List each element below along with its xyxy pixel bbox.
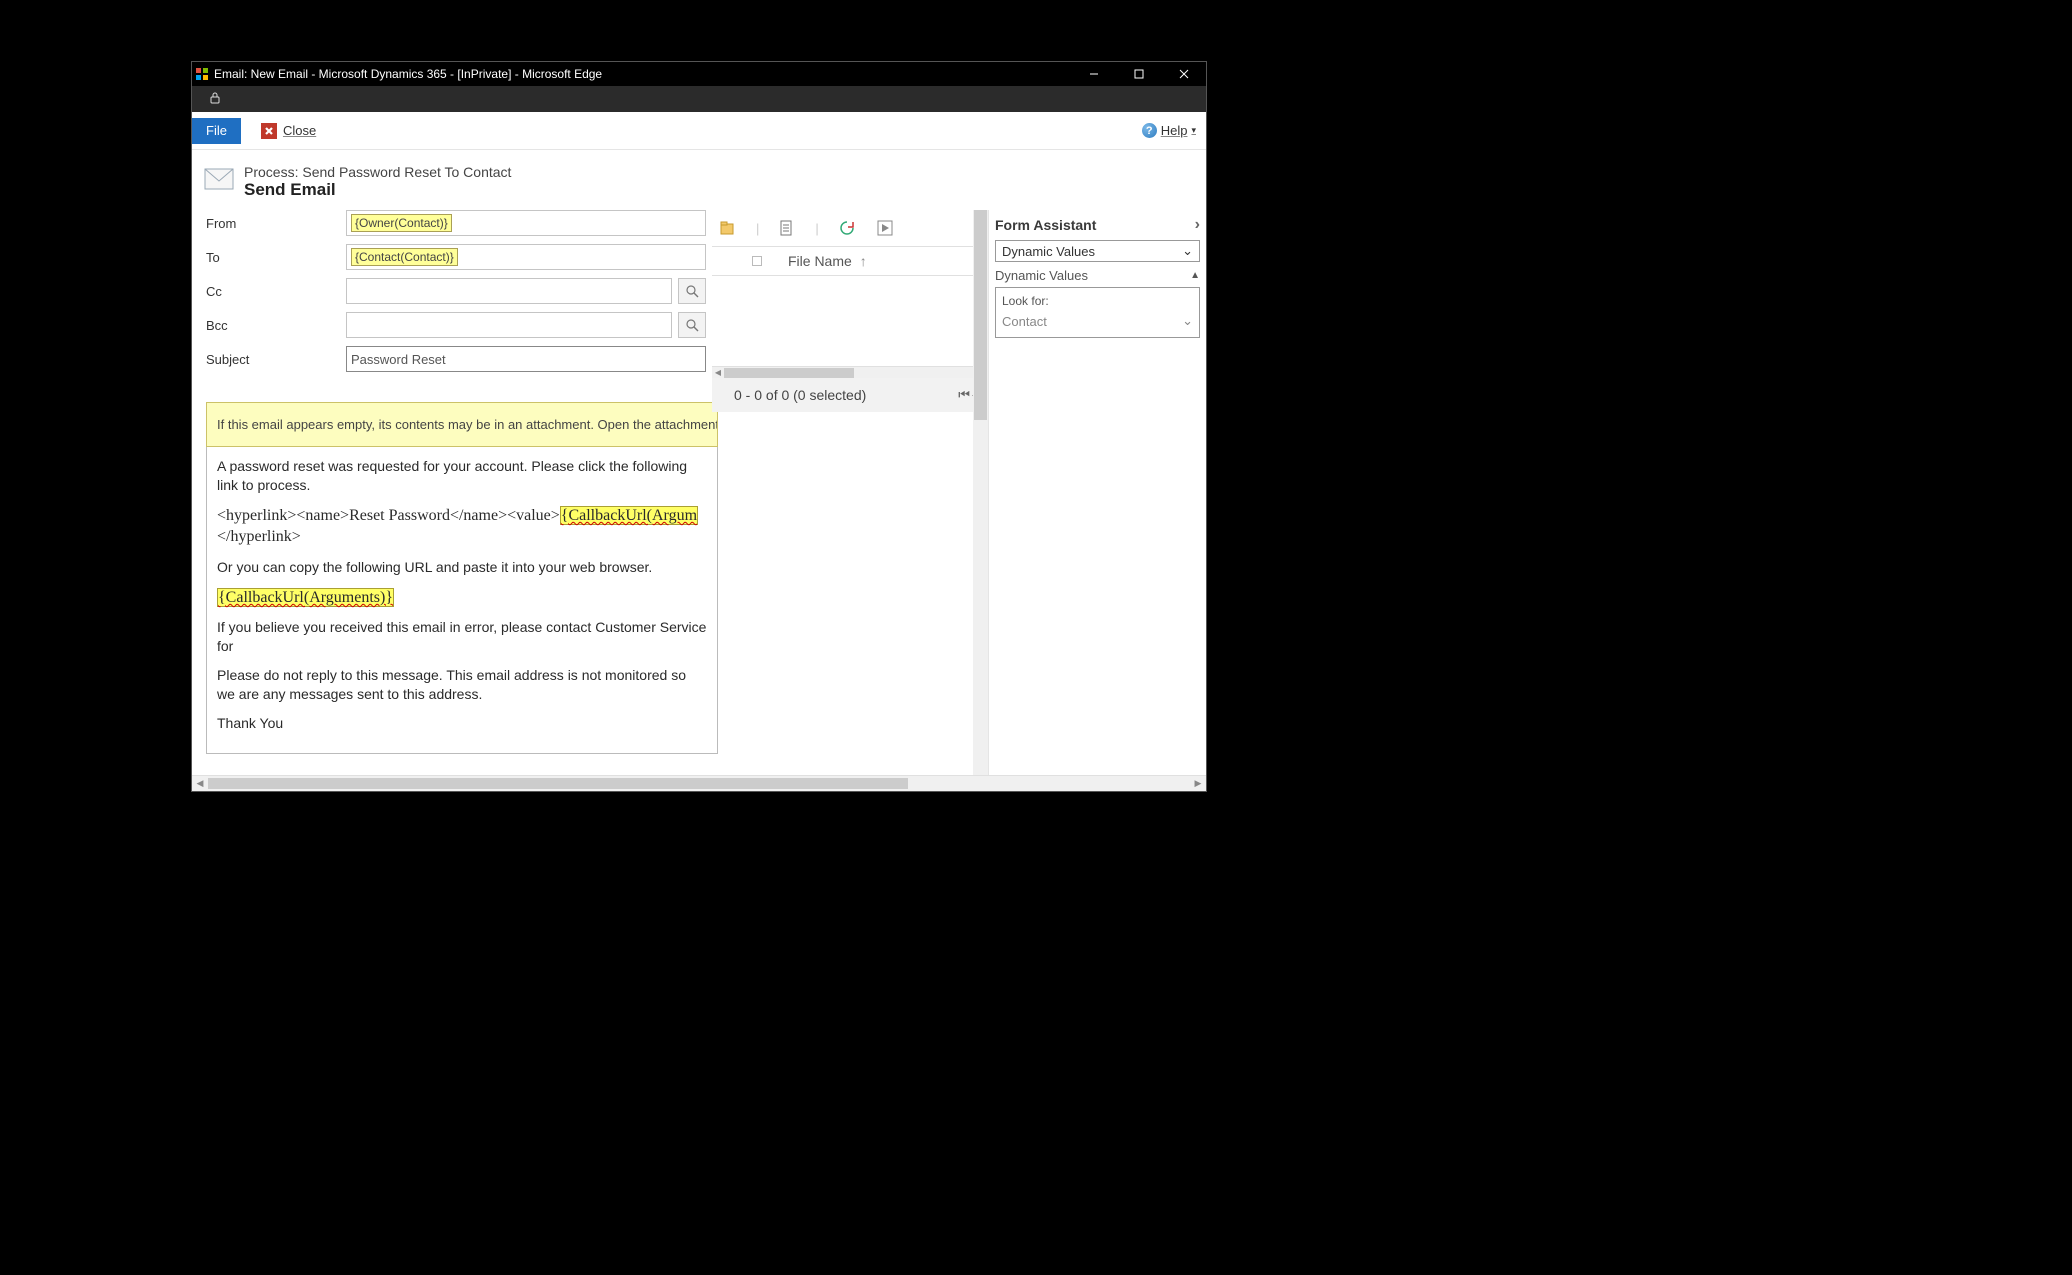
sort-asc-icon: ↑ (860, 253, 867, 269)
bcc-field[interactable] (346, 312, 672, 338)
callback-token-1: {CallbackUrl(Argum (560, 506, 698, 525)
lock-icon (208, 91, 222, 108)
attach-run-button[interactable] (875, 218, 895, 238)
attach-new-button[interactable] (718, 218, 738, 238)
help-icon: ? (1142, 123, 1157, 138)
search-icon (685, 284, 699, 298)
lookfor-label: Look for: (1002, 294, 1193, 308)
checkbox-icon[interactable] (752, 256, 762, 266)
chevron-right-icon: › (1195, 216, 1200, 234)
search-icon (685, 318, 699, 332)
form-body: From {Owner(Contact)} To {Contact(Contac… (192, 210, 1206, 775)
email-body[interactable]: A password reset was requested for your … (206, 447, 718, 754)
security-bar (192, 86, 1206, 112)
attachments-toolbar: | | (712, 210, 988, 246)
filelist-count: 0 - 0 of 0 (0 selected) (734, 387, 866, 403)
scroll-right-icon[interactable]: ▶ (1190, 776, 1206, 791)
filelist-footer: 0 - 0 of 0 (0 selected) ⏮ ◀ (712, 378, 988, 412)
scroll-left-icon[interactable]: ◀ (192, 776, 208, 791)
body-p1: A password reset was requested for your … (217, 457, 707, 495)
mid-scroll-thumb[interactable] (974, 210, 987, 420)
scroll-thumb[interactable] (724, 368, 854, 378)
bcc-label: Bcc (206, 318, 346, 333)
attachments-column: | | File Name ↑ ◀ (712, 210, 988, 775)
close-label: Close (283, 123, 316, 138)
page-header: Process: Send Password Reset To Contact … (192, 150, 1206, 210)
scroll-thumb[interactable] (208, 778, 908, 789)
help-label: Help (1161, 123, 1188, 138)
to-token: {Contact(Contact)} (351, 248, 458, 266)
body-p3: Or you can copy the following URL and pa… (217, 558, 707, 577)
attach-template-button[interactable] (777, 218, 797, 238)
page-first-icon[interactable]: ⏮ (958, 387, 970, 403)
cc-label: Cc (206, 284, 346, 299)
cc-field[interactable] (346, 278, 672, 304)
subject-input[interactable] (351, 352, 701, 367)
process-title: Process: Send Password Reset To Contact (244, 164, 511, 180)
mail-icon (204, 168, 234, 190)
maximize-button[interactable] (1116, 62, 1161, 86)
body-p6: Please do not reply to this message. Thi… (217, 666, 707, 704)
collapse-up-icon: ▲ (1190, 270, 1200, 281)
close-window-button[interactable] (1161, 62, 1206, 86)
callback-token-2: {CallbackUrl(Arguments)} (217, 588, 394, 607)
page-title: Send Email (244, 180, 511, 200)
body-hyperlink-line: <hyperlink><name>Reset Password</name><v… (217, 505, 707, 548)
window-title: Email: New Email - Microsoft Dynamics 36… (214, 67, 1071, 81)
chevron-down-icon: ▾ (1191, 125, 1196, 136)
dynamic-values-section[interactable]: Dynamic Values ▲ (995, 262, 1200, 287)
filelist-body (712, 276, 988, 366)
lookfor-box: Look for: Contact ⌄ (995, 287, 1200, 338)
mid-vscroll[interactable] (973, 210, 988, 775)
scroll-left-icon[interactable]: ◀ (712, 367, 724, 378)
fields-column: From {Owner(Contact)} To {Contact(Contac… (192, 210, 712, 775)
chevron-down-icon: ⌄ (1182, 243, 1193, 259)
close-button[interactable]: Close (261, 123, 316, 139)
cc-lookup-button[interactable] (678, 278, 706, 304)
body-p7: Thank You (217, 714, 707, 733)
bcc-lookup-button[interactable] (678, 312, 706, 338)
filelist-header[interactable]: File Name ↑ (712, 246, 988, 276)
app-window: Email: New Email - Microsoft Dynamics 36… (191, 61, 1207, 792)
attachment-notice: If this email appears empty, its content… (206, 402, 718, 447)
form-assistant-header[interactable]: Form Assistant › (995, 214, 1200, 240)
form-assistant-panel: Form Assistant › Dynamic Values ⌄ Dynami… (988, 210, 1206, 775)
app-logo-icon (196, 68, 208, 80)
attach-refresh-button[interactable] (837, 218, 857, 238)
from-field[interactable]: {Owner(Contact)} (346, 210, 706, 236)
to-field[interactable]: {Contact(Contact)} (346, 244, 706, 270)
chevron-down-icon: ⌄ (1182, 313, 1193, 329)
filelist-hscroll[interactable]: ◀ (712, 366, 988, 378)
from-label: From (206, 216, 346, 231)
assistant-mode-select[interactable]: Dynamic Values ⌄ (995, 240, 1200, 262)
help-button[interactable]: ? Help ▾ (1142, 123, 1196, 138)
close-icon (261, 123, 277, 139)
to-label: To (206, 250, 346, 265)
filename-column[interactable]: File Name (788, 253, 852, 269)
title-bar: Email: New Email - Microsoft Dynamics 36… (192, 62, 1206, 86)
lookfor-select[interactable]: Contact ⌄ (1002, 311, 1193, 331)
window-hscroll[interactable]: ◀ ▶ (192, 775, 1206, 791)
subject-field[interactable] (346, 346, 706, 372)
subject-label: Subject (206, 352, 346, 367)
body-token-line: {CallbackUrl(Arguments)} (217, 587, 707, 609)
menu-bar: File Close ? Help ▾ (192, 112, 1206, 150)
minimize-button[interactable] (1071, 62, 1116, 86)
body-p5: If you believe you received this email i… (217, 618, 707, 656)
from-token: {Owner(Contact)} (351, 214, 452, 232)
file-button[interactable]: File (192, 118, 241, 144)
